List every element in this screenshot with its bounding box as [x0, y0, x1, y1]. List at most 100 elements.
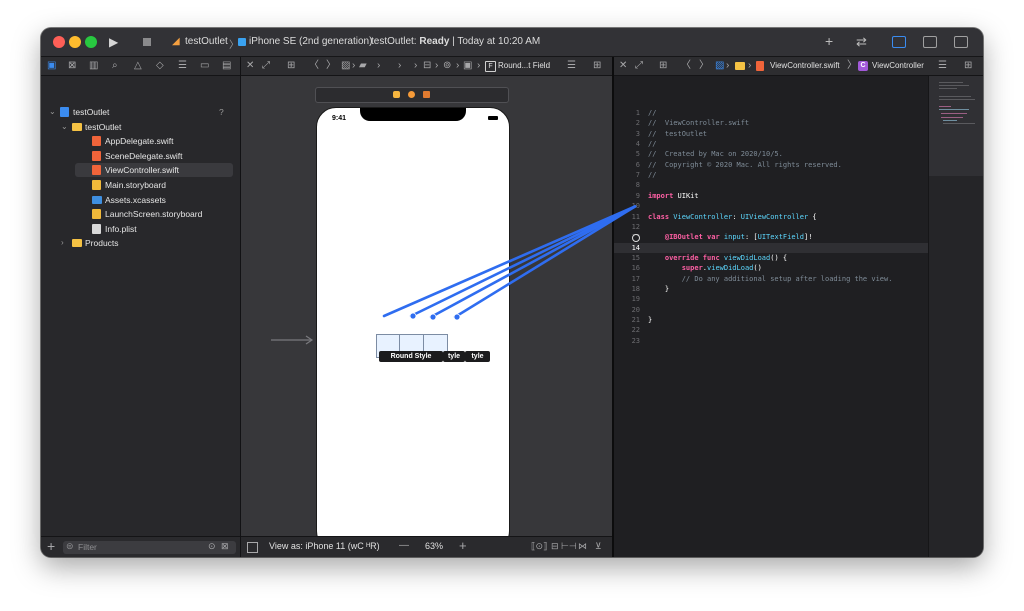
close-editor-icon[interactable]: ✕ — [246, 57, 254, 75]
recent-files-icon[interactable]: ⊙ — [208, 541, 216, 552]
navigator-item[interactable]: ViewController.swift — [75, 163, 233, 178]
navigator-item[interactable]: LaunchScreen.storyboard — [41, 207, 240, 221]
issue-tab-icon[interactable]: △ — [134, 57, 142, 75]
crumb-text-field[interactable]: Round...t Field — [498, 57, 550, 75]
code-line[interactable]: 18 } — [614, 284, 929, 294]
add-editor-icon[interactable]: ⊞ — [964, 57, 972, 75]
exit-icon[interactable] — [423, 91, 430, 98]
back-icon[interactable]: 〈 — [681, 57, 691, 75]
crumb-arrow-icon: › — [748, 60, 752, 71]
device-icon — [238, 38, 246, 46]
code-review-icon[interactable]: ⇄ — [856, 34, 867, 50]
first-responder-icon[interactable] — [408, 91, 415, 98]
find-tab-icon[interactable]: ⌕ — [112, 57, 118, 75]
minimap-toggle-icon[interactable]: ☰ — [567, 57, 576, 75]
related-items-icon[interactable]: ⊞ — [659, 57, 667, 75]
code-line[interactable]: 13 @IBOutlet var input: [UITextField]! — [614, 232, 929, 242]
stop-icon[interactable] — [143, 38, 151, 46]
code-line[interactable]: 3 // testOutlet — [614, 129, 929, 139]
debug-area-toggle-icon[interactable] — [923, 36, 937, 48]
code-line[interactable]: 6 // Copyright © 2020 Mac. All rights res… — [614, 160, 929, 170]
code-line[interactable]: 20 — [614, 305, 929, 315]
navigator-item[interactable]: AppDelegate.swift — [41, 134, 240, 148]
navigator-item[interactable]: ⌄ testOutlet — [41, 120, 240, 134]
navigator-item[interactable]: SceneDelegate.swift — [41, 149, 240, 163]
chevron-right-icon[interactable]: › — [61, 236, 64, 250]
resolve-issues-icon[interactable]: ⋈ — [578, 541, 587, 552]
outlet-connected-icon[interactable] — [632, 233, 640, 242]
code-line[interactable]: 12 — [614, 222, 929, 232]
code-line[interactable]: 4 // — [614, 139, 929, 149]
zoom-in-button[interactable]: + — [459, 538, 467, 553]
folder-tab-icon[interactable]: ▣ — [47, 57, 56, 75]
code-line[interactable]: 17 // Do any additional setup after load… — [614, 274, 929, 284]
code-line[interactable]: 8 — [614, 180, 929, 190]
code-line[interactable]: 14 — [614, 242, 929, 253]
filter-field[interactable]: ⊜ Filter ⊙ ⊠ — [63, 541, 236, 554]
zoom-window-button[interactable] — [85, 36, 97, 48]
code-line[interactable]: 1 // — [614, 108, 929, 118]
code-line[interactable]: 2 // ViewController.swift — [614, 118, 929, 128]
code-line[interactable]: 10 — [614, 201, 929, 211]
navigator-item[interactable]: Info.plist — [41, 222, 240, 236]
navigator-item[interactable]: › Products — [41, 236, 240, 250]
symbol-tab-icon[interactable]: ▥ — [89, 57, 98, 75]
source-control-filter-icon[interactable]: ⊠ — [221, 541, 229, 552]
code-line[interactable]: 16 super.viewDidLoad() — [614, 263, 929, 273]
navigator-item[interactable]: Main.storyboard — [41, 178, 240, 192]
close-editor-icon[interactable]: ✕ — [619, 57, 627, 75]
code-line[interactable]: 23 — [614, 336, 929, 346]
chevron-down-icon[interactable]: ⌄ — [61, 120, 68, 134]
minimap[interactable] — [928, 76, 983, 557]
navigator-item[interactable]: ⌄ testOutlet? — [41, 105, 240, 119]
expand-icon[interactable]: ⤢ — [635, 57, 643, 75]
forward-icon[interactable]: 〉 — [699, 57, 709, 75]
close-window-button[interactable] — [53, 36, 65, 48]
code-line[interactable]: 7 // — [614, 170, 929, 180]
update-frames-icon[interactable]: ⟦⊙⟧ — [531, 541, 547, 552]
source-control-tab-icon[interactable]: ⊠ — [68, 57, 76, 75]
crumb-class[interactable]: ViewController — [872, 57, 924, 75]
debug-tab-icon[interactable]: ☰ — [178, 57, 187, 75]
add-library-icon[interactable]: + — [825, 33, 833, 49]
code-line[interactable]: 9 import UIKit — [614, 191, 929, 201]
code-line[interactable]: 21} — [614, 315, 929, 325]
report-tab-icon[interactable]: ▤ — [222, 57, 231, 75]
test-tab-icon[interactable]: ◇ — [156, 57, 164, 75]
scheme-selector[interactable]: testOutlet — [185, 36, 228, 47]
line-number: 18 — [631, 284, 640, 293]
navigator-toggle-icon[interactable] — [892, 36, 906, 48]
view-as-button[interactable]: View as: iPhone 11 (ᴡC ᴴR) — [269, 541, 380, 551]
related-items-icon[interactable]: ⊞ — [287, 57, 295, 75]
document-outline-toggle-icon[interactable] — [247, 542, 258, 553]
code-line[interactable]: 11 class ViewController: UIViewController… — [614, 212, 929, 222]
filter-placeholder: Filter — [78, 542, 97, 552]
navigator-item[interactable]: Assets.xcassets — [41, 193, 240, 207]
breakpoint-tab-icon[interactable]: ▭ — [200, 57, 209, 75]
expand-icon[interactable]: ⤢ — [262, 57, 270, 75]
code-line[interactable]: 19 — [614, 294, 929, 304]
field-label-3: tyle — [465, 351, 490, 362]
forward-icon[interactable]: 〉 — [326, 57, 336, 75]
minimize-window-button[interactable] — [69, 36, 81, 48]
swift-icon — [92, 165, 101, 176]
crumb-file[interactable]: ViewController.swift — [770, 57, 840, 75]
run-icon[interactable]: ▶ — [109, 34, 118, 50]
code-line[interactable]: 22 — [614, 325, 929, 335]
code-line[interactable]: 15 override func viewDidLoad() { — [614, 253, 929, 263]
inspector-toggle-icon[interactable] — [954, 36, 968, 48]
status-project: testOutlet: — [371, 36, 420, 47]
adjust-editor-icon[interactable]: ☰ — [938, 57, 947, 75]
align-icon[interactable]: ⊟ — [551, 541, 559, 552]
embed-icon[interactable]: ⊻ — [595, 541, 602, 552]
code-line[interactable]: 5 // Created by Mac on 2020/10/5. — [614, 149, 929, 159]
back-icon[interactable]: 〈 — [309, 57, 319, 75]
destination-selector[interactable]: iPhone SE (2nd generation) — [249, 36, 372, 47]
chevron-down-icon[interactable]: ⌄ — [49, 105, 56, 119]
add-icon[interactable]: + — [47, 538, 55, 554]
add-editor-icon[interactable]: ⊞ — [593, 57, 601, 75]
pin-icon[interactable]: ⊢⊣ — [561, 541, 577, 552]
navigator-tab-bar: ▣ ⊠ ▥ ⌕ △ ◇ ☰ ▭ ▤ — [41, 57, 240, 76]
view-controller-icon[interactable] — [393, 91, 400, 98]
zoom-out-button[interactable]: — — [399, 540, 409, 551]
